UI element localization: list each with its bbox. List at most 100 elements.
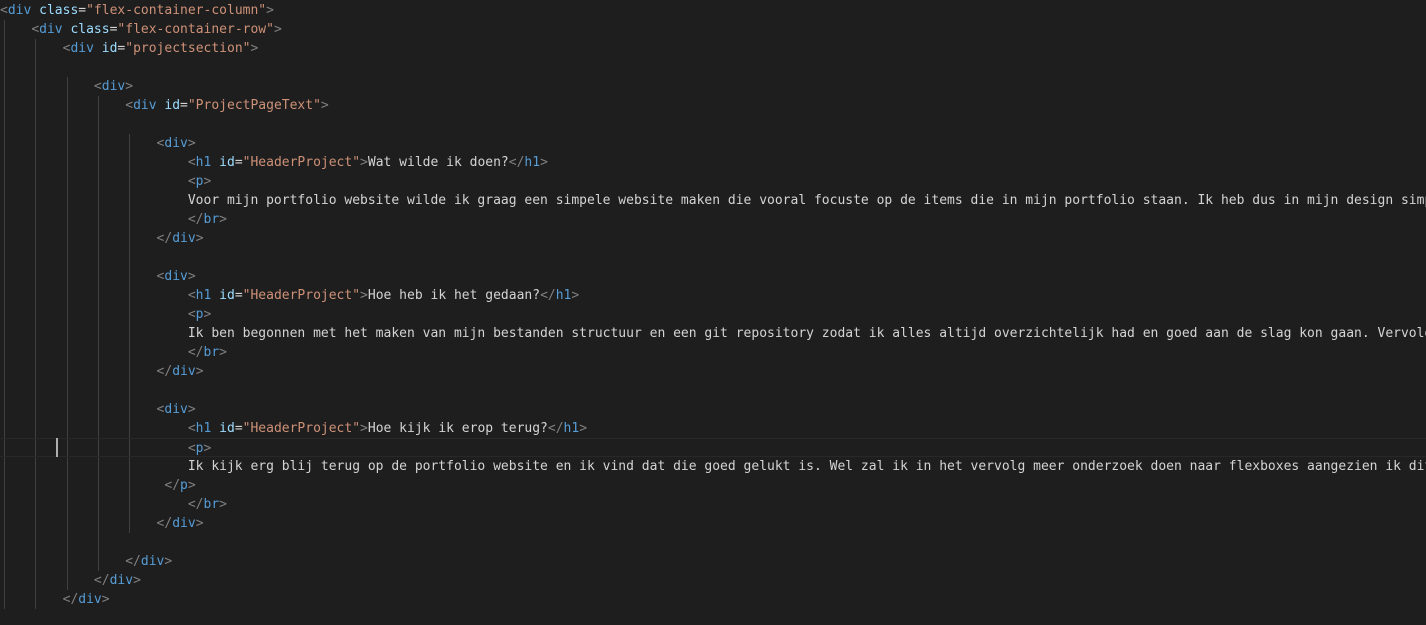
attribute-name: id — [101, 41, 118, 56]
code-line[interactable]: <h1 id="HeaderProject">Wat wilde ik doen… — [0, 153, 1426, 172]
attribute-value: "flex-container-column" — [86, 3, 267, 18]
tag-name: div — [140, 554, 165, 569]
tag-name: div — [101, 79, 126, 94]
tag-bracket: > — [360, 288, 368, 303]
attribute-value: "projectsection" — [125, 41, 251, 56]
tag-bracket: > — [219, 497, 227, 512]
tag-bracket: </ — [93, 573, 110, 588]
element-text: Wat wilde ik doen? — [367, 155, 509, 170]
tag-bracket: > — [187, 269, 196, 284]
code-line[interactable]: <div> — [0, 400, 1426, 419]
tag-bracket: > — [187, 402, 196, 417]
tag-bracket: < — [187, 155, 196, 170]
tag-bracket: > — [133, 573, 141, 588]
tag-bracket: > — [540, 155, 548, 170]
tag-name: div — [70, 41, 94, 56]
tag-name: h1 — [195, 288, 212, 303]
tag-bracket: > — [250, 41, 259, 56]
tag-bracket: > — [266, 3, 274, 18]
tag-bracket: > — [101, 592, 110, 607]
code-line[interactable]: </br> — [0, 210, 1426, 229]
code-line[interactable]: <div class="flex-container-column"> — [0, 1, 1426, 20]
code-line[interactable]: <div id="ProjectPageText"> — [0, 96, 1426, 115]
paragraph-text: Ik ben begonnen met het maken van mijn b… — [187, 326, 1426, 341]
code-line[interactable]: </div> — [0, 590, 1426, 609]
tag-bracket: > — [195, 516, 204, 531]
tag-bracket: </ — [62, 592, 79, 607]
code-line[interactable]: </p> — [0, 476, 1426, 495]
tag-bracket: > — [360, 155, 368, 170]
tag-name: div — [109, 573, 134, 588]
tag-bracket: > — [195, 364, 204, 379]
tag-name: p — [195, 174, 204, 189]
attribute-value: "ProjectPageText" — [187, 98, 321, 113]
tag-name: p — [195, 307, 204, 322]
tag-name: br — [203, 212, 220, 227]
code-line[interactable]: <div id="projectsection"> — [0, 39, 1426, 58]
tag-bracket: < — [125, 98, 134, 113]
tag-name: div — [7, 3, 32, 18]
code-line[interactable]: <div> — [0, 267, 1426, 286]
code-line[interactable]: Ik kijk erg blij terug op de portfolio w… — [0, 457, 1426, 476]
attribute-name: class — [39, 3, 79, 18]
tag-bracket: > — [360, 421, 368, 436]
attribute-equals: = — [234, 155, 243, 170]
code-line[interactable] — [0, 248, 1426, 267]
tag-bracket: </ — [156, 364, 173, 379]
tag-bracket: </ — [187, 212, 204, 227]
tag-name: div — [172, 231, 196, 246]
code-line[interactable]: <div> — [0, 77, 1426, 96]
tag-name: p — [180, 478, 188, 493]
code-line[interactable]: </div> — [0, 229, 1426, 248]
tag-bracket: < — [187, 174, 196, 189]
code-line[interactable] — [0, 115, 1426, 134]
tag-bracket: > — [320, 98, 329, 113]
attribute-value: "flex-container-row" — [117, 22, 274, 37]
code-line[interactable]: </div> — [0, 514, 1426, 533]
code-line[interactable]: Voor mijn portfolio website wilde ik gra… — [0, 191, 1426, 210]
code-line[interactable]: <h1 id="HeaderProject">Hoe kijk ik erop … — [0, 419, 1426, 438]
tag-bracket: < — [0, 3, 8, 18]
code-line[interactable]: <div> — [0, 134, 1426, 153]
attribute-value: "HeaderProject" — [242, 288, 361, 303]
code-line[interactable]: </div> — [0, 571, 1426, 590]
tag-name: h1 — [563, 421, 580, 436]
tag-bracket: </ — [156, 231, 173, 246]
tag-name: h1 — [524, 155, 541, 170]
code-line[interactable]: </div> — [0, 362, 1426, 381]
code-line[interactable]: Ik ben begonnen met het maken van mijn b… — [0, 324, 1426, 343]
tag-bracket: > — [164, 554, 173, 569]
code-line[interactable]: </div> — [0, 552, 1426, 571]
attribute-value: "HeaderProject" — [242, 421, 361, 436]
code-line[interactable]: </br> — [0, 343, 1426, 362]
tag-bracket: > — [579, 421, 588, 436]
tag-bracket: > — [187, 136, 196, 151]
tag-name: div — [164, 269, 188, 284]
element-text: Hoe heb ik het gedaan? — [367, 288, 541, 303]
code-line[interactable] — [0, 58, 1426, 77]
code-line[interactable] — [0, 533, 1426, 552]
tag-bracket: < — [93, 79, 102, 94]
code-line[interactable]: </br> — [0, 495, 1426, 514]
tag-name: div — [39, 22, 63, 37]
code-editor[interactable]: <div class="flex-container-column"> <div… — [0, 0, 1426, 625]
tag-name: div — [172, 364, 196, 379]
attribute-equals: = — [234, 288, 243, 303]
code-line[interactable]: <div class="flex-container-row"> — [0, 20, 1426, 39]
code-line[interactable] — [0, 381, 1426, 400]
text-cursor — [56, 438, 58, 457]
tag-name: br — [203, 345, 220, 360]
code-line[interactable]: <p> — [0, 305, 1426, 324]
tag-name: div — [78, 592, 102, 607]
code-line[interactable]: <p> — [0, 172, 1426, 191]
paragraph-text: Voor mijn portfolio website wilde ik gra… — [187, 193, 1426, 208]
tag-name: div — [164, 136, 188, 151]
code-line[interactable]: <h1 id="HeaderProject">Hoe heb ik het ge… — [0, 286, 1426, 305]
tag-name: h1 — [195, 421, 212, 436]
tag-bracket: < — [187, 421, 196, 436]
attribute-name: id — [219, 155, 235, 170]
code-line[interactable]: <p> — [0, 438, 1426, 457]
tag-bracket: </ — [187, 345, 204, 360]
tag-bracket: < — [187, 288, 196, 303]
tag-bracket: < — [187, 441, 196, 456]
